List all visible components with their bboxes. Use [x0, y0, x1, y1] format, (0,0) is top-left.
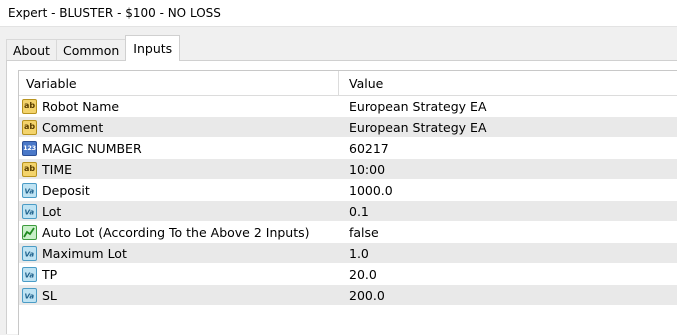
variable-name: TIME: [42, 161, 73, 177]
double-value-icon-glyph: Va: [25, 292, 35, 300]
double-value-icon: Va: [22, 203, 37, 219]
table-row[interactable]: Va SL 200.0: [19, 285, 677, 306]
string-ab-icon: ab: [22, 161, 37, 177]
tab-strip: About Common Inputs: [6, 35, 181, 61]
svg-text:Va: Va: [25, 250, 35, 258]
variable-value[interactable]: 1.0: [339, 243, 677, 263]
double-value-icon: Va: [22, 287, 37, 303]
variable-value[interactable]: 20.0: [339, 264, 677, 284]
variable-value[interactable]: 200.0: [339, 285, 677, 305]
tab-about[interactable]: About: [6, 39, 57, 61]
variable-name: Comment: [42, 119, 104, 135]
variable-name: Auto Lot (According To the Above 2 Input…: [42, 224, 310, 240]
string-ab-icon: ab: [22, 119, 37, 135]
table-row[interactable]: Va Maximum Lot 1.0: [19, 243, 677, 264]
double-value-icon-glyph: Va: [25, 271, 35, 279]
column-header-variable[interactable]: Variable: [19, 71, 339, 95]
double-value-icon: Va: [22, 266, 37, 282]
string-ab-icon: ab: [22, 98, 37, 114]
table-row[interactable]: Va TP 20.0: [19, 264, 677, 285]
variable-value[interactable]: 60217: [339, 138, 677, 158]
variable-value[interactable]: 1000.0: [339, 180, 677, 200]
double-value-icon-glyph: Va: [25, 187, 35, 195]
variable-value[interactable]: 0.1: [339, 201, 677, 221]
variable-name: Maximum Lot: [42, 245, 127, 261]
title-bar: Expert - BLUSTER - $100 - NO LOSS: [0, 0, 677, 27]
svg-text:Va: Va: [25, 187, 35, 195]
variable-name: Robot Name: [42, 98, 120, 114]
double-value-icon-glyph: Va: [25, 208, 35, 216]
inputs-table: Variable Value ab Robot Name European St…: [18, 70, 677, 335]
svg-text:Va: Va: [25, 208, 35, 216]
variable-value[interactable]: false: [339, 222, 677, 242]
tab-inputs[interactable]: Inputs: [125, 35, 181, 61]
variable-value[interactable]: European Strategy EA: [339, 96, 677, 116]
window-title: Expert - BLUSTER - $100 - NO LOSS: [8, 6, 221, 20]
table-row[interactable]: ab Robot Name European Strategy EA: [19, 96, 677, 117]
table-row[interactable]: 123 MAGIC NUMBER 60217: [19, 138, 677, 159]
table-row[interactable]: Va Deposit 1000.0: [19, 180, 677, 201]
table-row[interactable]: Va Lot 0.1: [19, 201, 677, 222]
table-row[interactable]: ab Comment European Strategy EA: [19, 117, 677, 138]
double-value-icon-glyph: Va: [25, 250, 35, 258]
variable-value[interactable]: European Strategy EA: [339, 117, 677, 137]
variable-name: Deposit: [42, 182, 90, 198]
svg-text:Va: Va: [25, 292, 35, 300]
column-header-value[interactable]: Value: [339, 71, 677, 95]
variable-name: MAGIC NUMBER: [42, 140, 142, 156]
variable-name: Lot: [42, 203, 62, 219]
inputs-panel: Variable Value ab Robot Name European St…: [6, 60, 677, 335]
tab-common[interactable]: Common: [55, 39, 127, 61]
boolean-chart-icon: [22, 224, 37, 240]
table-row[interactable]: Auto Lot (According To the Above 2 Input…: [19, 222, 677, 243]
table-header: Variable Value: [19, 71, 677, 96]
variable-value[interactable]: 10:00: [339, 159, 677, 179]
variable-name: SL: [42, 287, 57, 303]
boolean-chart-icon-glyph: [23, 227, 35, 237]
integer-123-icon: 123: [22, 140, 37, 156]
double-value-icon: Va: [22, 245, 37, 261]
table-row[interactable]: ab TIME 10:00: [19, 159, 677, 180]
variable-name: TP: [42, 266, 58, 282]
double-value-icon: Va: [22, 182, 37, 198]
svg-text:Va: Va: [25, 271, 35, 279]
